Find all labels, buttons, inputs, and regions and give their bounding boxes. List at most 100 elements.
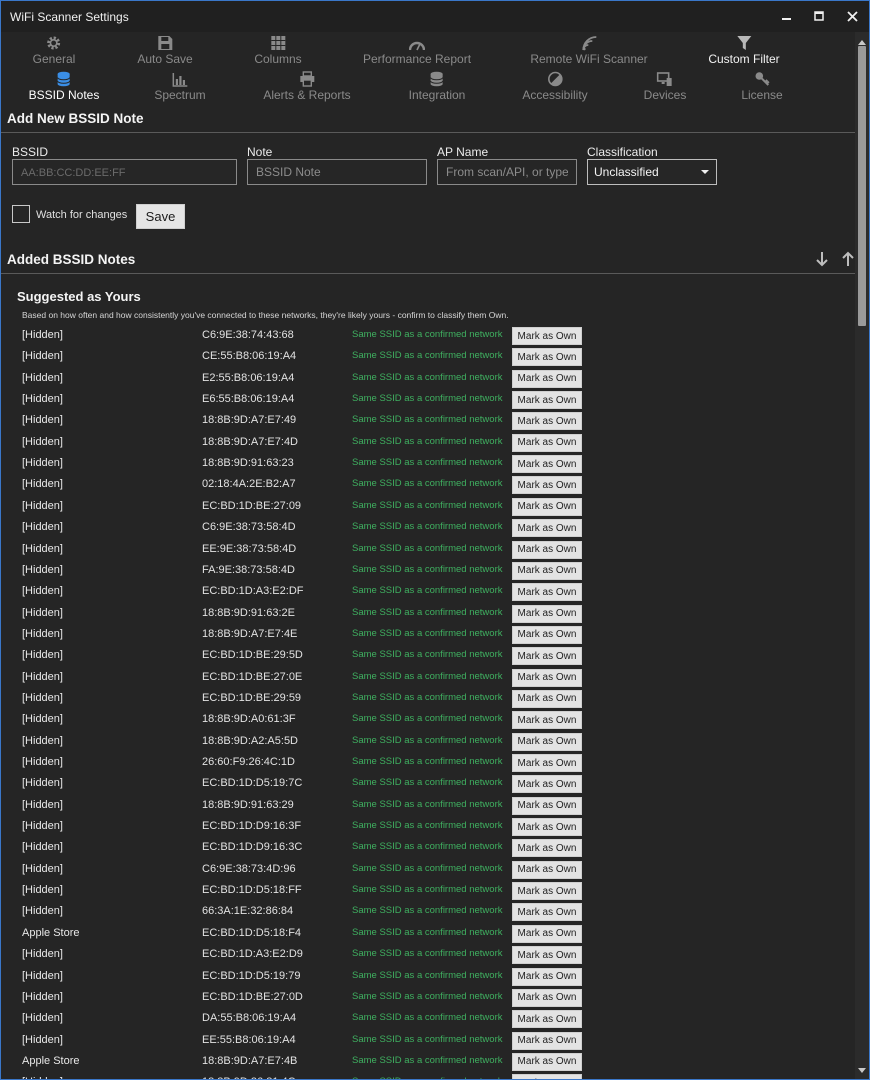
settings-nav: General Auto Save Columns Performance Re… xyxy=(1,32,856,106)
tab-auto-save[interactable]: Auto Save xyxy=(137,34,193,66)
bssid-cell: E6:55:B8:06:19:A4 xyxy=(202,393,295,406)
gauge-icon xyxy=(408,34,425,51)
watch-changes-checkbox[interactable] xyxy=(12,205,30,223)
tab-accessibility[interactable]: Accessibility xyxy=(522,70,588,102)
mark-as-own-button[interactable]: Mark as Own xyxy=(512,647,582,666)
bssid-cell: 18:8B:9D:A2:A5:5D xyxy=(202,734,299,747)
mark-as-own-button[interactable]: Mark as Own xyxy=(512,924,582,943)
divider xyxy=(1,132,856,133)
bssid-cell: EC:BD:1D:A3:E2:DF xyxy=(202,585,304,598)
mark-as-own-button[interactable]: Mark as Own xyxy=(512,1052,582,1071)
mark-as-own-button[interactable]: Mark as Own xyxy=(512,839,582,858)
bssid-cell: EC:BD:1D:A3:E2:D9 xyxy=(202,948,303,961)
tab-alerts-reports[interactable]: Alerts & Reports xyxy=(263,70,351,102)
list-item: [Hidden] C6:9E:38:73:4D:96 Same SSID as a … xyxy=(1,859,856,880)
bssid-cell: 02:18:4A:2E:B2:A7 xyxy=(202,478,296,491)
reason-cell: Same SSID as a confirmed network xyxy=(352,649,503,661)
list-item: [Hidden] 18:8B:9D:36:81:4C Same SSID as a … xyxy=(1,1072,856,1079)
mark-as-own-button[interactable]: Mark as Own xyxy=(512,860,582,879)
tab-spectrum[interactable]: Spectrum xyxy=(154,70,206,102)
close-button[interactable] xyxy=(837,5,867,27)
mark-as-own-button[interactable]: Mark as Own xyxy=(512,946,582,965)
classification-select[interactable]: Unclassified xyxy=(587,159,717,185)
mark-as-own-button[interactable]: Mark as Own xyxy=(512,689,582,708)
mark-as-own-button[interactable]: Mark as Own xyxy=(512,327,582,345)
mark-as-own-button[interactable]: Mark as Own xyxy=(512,455,582,474)
sort-down-button[interactable] xyxy=(814,251,830,267)
wifi-icon xyxy=(581,34,597,51)
tab-license[interactable]: License xyxy=(741,70,783,102)
tab-remote-wifi-scanner[interactable]: Remote WiFi Scanner xyxy=(530,34,648,66)
mark-as-own-button[interactable]: Mark as Own xyxy=(512,497,582,516)
tab-bssid-notes[interactable]: BSSID Notes xyxy=(29,70,99,102)
mark-as-own-button[interactable]: Mark as Own xyxy=(512,711,582,730)
mark-as-own-button[interactable]: Mark as Own xyxy=(512,412,582,431)
bssid-cell: CE:55:B8:06:19:A4 xyxy=(202,350,297,363)
mark-as-own-button[interactable]: Mark as Own xyxy=(512,732,582,751)
tab-columns[interactable]: Columns xyxy=(254,34,302,66)
bssid-cell: EC:BD:1D:BE:29:59 xyxy=(202,691,302,704)
list-item: [Hidden] 18:8B:9D:A7:E7:4E Same SSID as a … xyxy=(1,624,856,645)
reason-cell: Same SSID as a confirmed network xyxy=(352,926,503,938)
mark-as-own-button[interactable]: Mark as Own xyxy=(512,668,582,687)
mark-as-own-button[interactable]: Mark as Own xyxy=(512,625,582,644)
mark-as-own-button[interactable]: Mark as Own xyxy=(512,754,582,772)
mark-as-own-button[interactable]: Mark as Own xyxy=(512,604,582,623)
reason-cell: Same SSID as a confirmed network xyxy=(352,329,503,340)
reason-cell: Same SSID as a confirmed network xyxy=(352,798,503,810)
mark-as-own-button[interactable]: Mark as Own xyxy=(512,1074,582,1079)
tab-devices[interactable]: Devices xyxy=(644,70,686,102)
mark-as-own-button[interactable]: Mark as Own xyxy=(512,818,582,837)
ssid-cell: [Hidden] xyxy=(22,841,63,854)
tab-performance-report[interactable]: Performance Report xyxy=(363,34,471,66)
mark-as-own-button[interactable]: Mark as Own xyxy=(512,796,582,815)
mark-as-own-button[interactable]: Mark as Own xyxy=(512,882,582,901)
mark-as-own-button[interactable]: Mark as Own xyxy=(512,775,582,794)
watch-changes-label: Watch for changes xyxy=(36,209,128,221)
reason-cell: Same SSID as a confirmed network xyxy=(352,841,503,853)
mark-as-own-button[interactable]: Mark as Own xyxy=(512,433,582,452)
mark-as-own-button[interactable]: Mark as Own xyxy=(512,476,582,495)
mark-as-own-button[interactable]: Mark as Own xyxy=(512,967,582,986)
vertical-scrollbar[interactable] xyxy=(855,32,869,1079)
reason-cell: Same SSID as a confirmed network xyxy=(352,1076,502,1079)
scroll-down-button[interactable] xyxy=(855,1062,869,1078)
ssid-cell: [Hidden] xyxy=(22,627,63,640)
mark-as-own-button[interactable]: Mark as Own xyxy=(512,988,582,1007)
mark-as-own-button[interactable]: Mark as Own xyxy=(512,903,582,922)
ssid-cell: [Hidden] xyxy=(22,329,63,341)
mark-as-own-button[interactable]: Mark as Own xyxy=(512,1031,582,1050)
tab-custom-filter[interactable]: Custom Filter xyxy=(708,34,780,66)
tab-integration[interactable]: Integration xyxy=(409,70,465,102)
mark-as-own-button[interactable]: Mark as Own xyxy=(512,369,582,388)
scroll-thumb[interactable] xyxy=(858,46,866,326)
ap-name-input[interactable] xyxy=(437,159,577,185)
mark-as-own-button[interactable]: Mark as Own xyxy=(512,519,582,538)
tab-general[interactable]: General xyxy=(33,34,75,66)
maximize-button[interactable] xyxy=(804,5,834,27)
sort-up-button[interactable] xyxy=(840,251,856,267)
minimize-button[interactable] xyxy=(772,5,802,27)
mark-as-own-button[interactable]: Mark as Own xyxy=(512,391,582,410)
mark-as-own-button[interactable]: Mark as Own xyxy=(512,583,582,602)
floppy-icon xyxy=(157,34,173,51)
mark-as-own-button[interactable]: Mark as Own xyxy=(512,540,582,559)
columns-icon xyxy=(270,34,286,51)
list-item: [Hidden] 18:8B:9D:A7:E7:4D Same SSID as a … xyxy=(1,432,856,453)
reason-cell: Same SSID as a confirmed network xyxy=(352,820,503,832)
bssid-cell: 18:8B:9D:A7:E7:4B xyxy=(202,1054,298,1067)
list-item: [Hidden] EC:BD:1D:BE:29:5D Same SSID as a … xyxy=(1,645,856,666)
save-button[interactable]: Save xyxy=(136,204,185,229)
mark-as-own-button[interactable]: Mark as Own xyxy=(512,1010,582,1029)
note-input[interactable] xyxy=(247,159,427,185)
bssid-cell: EC:BD:1D:D5:19:79 xyxy=(202,969,301,982)
list-item: [Hidden] EC:BD:1D:D9:16:3C Same SSID as a … xyxy=(1,837,856,858)
bssid-cell: 18:8B:9D:36:81:4C xyxy=(202,1076,296,1079)
mark-as-own-button[interactable]: Mark as Own xyxy=(512,348,582,367)
list-item: [Hidden] C6:9E:38:74:43:68 Same SSID as a … xyxy=(1,325,856,346)
reason-cell: Same SSID as a confirmed network xyxy=(352,563,503,575)
reason-cell: Same SSID as a confirmed network xyxy=(352,457,503,469)
mark-as-own-button[interactable]: Mark as Own xyxy=(512,561,582,580)
bssid-input[interactable] xyxy=(12,159,237,185)
reason-cell: Same SSID as a confirmed network xyxy=(352,542,503,554)
